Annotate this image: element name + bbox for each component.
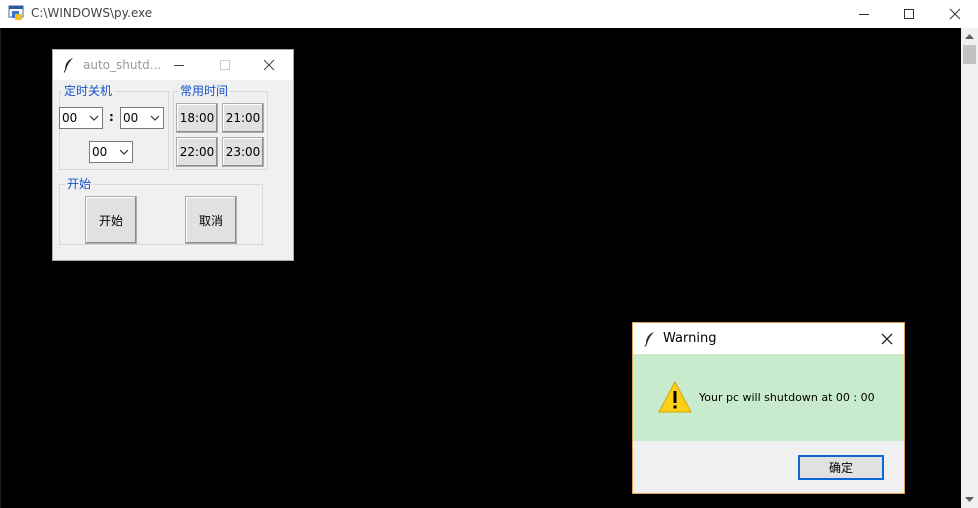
feather-icon	[644, 331, 656, 350]
second-select[interactable]: 00	[89, 141, 133, 163]
close-icon	[881, 333, 893, 344]
warning-icon	[658, 380, 692, 413]
console-maximize-button[interactable]	[886, 0, 932, 28]
close-icon	[949, 8, 961, 20]
auto-shutdown-titlebar[interactable]: auto_shutd...	[53, 50, 293, 80]
warning-message: Your pc will shutdown at 00 : 00	[699, 391, 875, 404]
scroll-up-button[interactable]	[961, 28, 978, 45]
minimize-icon	[859, 14, 869, 15]
console-title: C:\WINDOWS\py.exe	[31, 6, 153, 20]
second-select-value: 00	[92, 145, 108, 159]
chevron-down-icon	[150, 115, 160, 121]
start-button[interactable]: 开始	[85, 196, 137, 244]
cancel-button[interactable]: 取消	[185, 196, 237, 244]
chevron-down-icon	[119, 149, 129, 155]
tk-close-button[interactable]	[249, 50, 289, 80]
auto-shutdown-title: auto_shutd...	[83, 58, 162, 72]
time-button-1800[interactable]: 18:00	[176, 103, 218, 133]
minimize-icon	[174, 65, 184, 66]
minute-select-value: 00	[123, 111, 139, 125]
warning-dialog-title: Warning	[663, 331, 717, 346]
tk-minimize-button[interactable]	[159, 50, 199, 80]
time-button-2100[interactable]: 21:00	[222, 103, 264, 133]
console-scrollbar[interactable]	[961, 28, 978, 508]
start-group-label: 开始	[65, 177, 94, 191]
time-button-2300[interactable]: 23:00	[222, 137, 264, 167]
warning-dialog-content: Your pc will shutdown at 00 : 00	[633, 354, 904, 441]
warning-dialog: Warning Your pc will shutdown at 00 : 00…	[632, 322, 905, 494]
common-times-group-label: 常用时间	[178, 84, 231, 98]
hour-select[interactable]: 00	[59, 107, 103, 129]
maximize-icon	[220, 60, 230, 70]
warning-dialog-titlebar[interactable]: Warning	[633, 323, 904, 354]
time-separator: :	[109, 110, 114, 124]
scroll-thumb[interactable]	[963, 45, 976, 64]
console-minimize-button[interactable]	[841, 0, 887, 28]
scroll-down-button[interactable]	[961, 491, 978, 508]
chevron-up-icon	[965, 33, 974, 39]
warning-dialog-close-button[interactable]	[870, 323, 904, 354]
tk-maximize-button[interactable]	[205, 50, 245, 80]
time-button-2200[interactable]: 22:00	[176, 137, 218, 167]
ok-button[interactable]: 确定	[798, 455, 884, 480]
chevron-down-icon	[965, 496, 974, 502]
minute-select[interactable]: 00	[120, 107, 164, 129]
hour-select-value: 00	[62, 111, 78, 125]
console-titlebar[interactable]: C:\WINDOWS\py.exe	[0, 0, 978, 28]
chevron-down-icon	[89, 115, 99, 121]
feather-icon	[63, 57, 75, 76]
timer-group-label: 定时关机	[62, 84, 115, 98]
console-close-button[interactable]	[932, 0, 978, 28]
python-console-icon	[8, 5, 26, 21]
close-icon	[263, 59, 275, 71]
auto-shutdown-window: auto_shutd... 定时关机 00 : 00 00 常用时间 18:00…	[52, 49, 294, 261]
maximize-icon	[904, 9, 914, 19]
